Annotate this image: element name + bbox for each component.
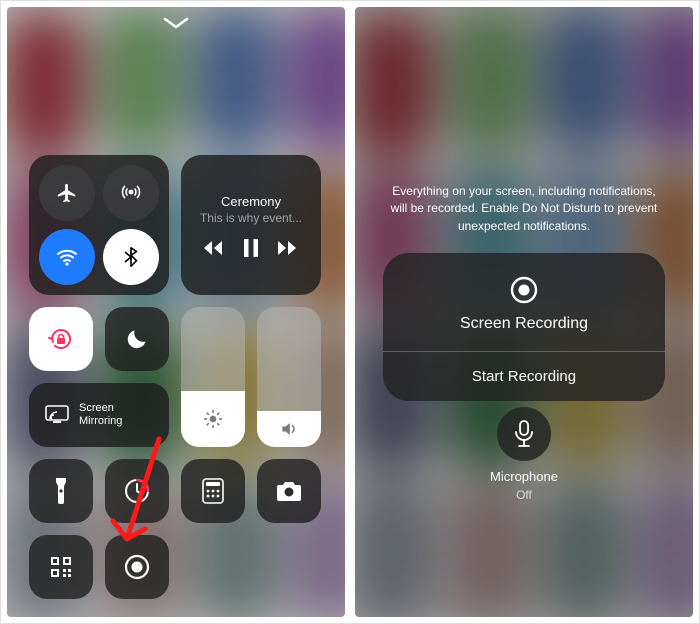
volume-slider[interactable] xyxy=(257,307,321,447)
brightness-slider[interactable] xyxy=(181,307,245,447)
flashlight-icon xyxy=(54,478,68,504)
connectivity-tile[interactable] xyxy=(29,155,169,295)
wifi-toggle[interactable] xyxy=(39,229,95,285)
airplane-mode-toggle[interactable] xyxy=(39,165,95,221)
record-icon xyxy=(509,275,539,305)
rewind-button[interactable] xyxy=(204,240,224,256)
qr-scanner-button[interactable] xyxy=(29,535,93,599)
do-not-disturb-toggle[interactable] xyxy=(105,307,169,371)
control-center-screen: Ceremony This is why event... xyxy=(7,7,345,617)
record-icon xyxy=(124,554,150,580)
camera-icon xyxy=(276,480,302,502)
pause-button[interactable] xyxy=(244,239,258,257)
timer-icon xyxy=(124,478,150,504)
volume-icon xyxy=(279,419,299,439)
calculator-button[interactable] xyxy=(181,459,245,523)
airplane-icon xyxy=(56,182,78,204)
sheet-title: Screen Recording xyxy=(460,315,588,333)
brightness-icon xyxy=(203,409,223,429)
screen-recording-sheet-screen: Everything on your screen, including not… xyxy=(355,7,693,617)
screen-mirroring-button[interactable]: Screen Mirroring xyxy=(29,383,169,447)
microphone-toggle[interactable] xyxy=(497,407,551,461)
screen-recording-button[interactable] xyxy=(105,535,169,599)
now-playing-tile[interactable]: Ceremony This is why event... xyxy=(181,155,321,295)
orientation-lock-icon xyxy=(46,324,76,354)
start-recording-button[interactable]: Start Recording xyxy=(383,352,665,401)
bluetooth-toggle[interactable] xyxy=(103,229,159,285)
screen-mirroring-icon xyxy=(45,405,69,425)
bluetooth-icon xyxy=(120,246,142,268)
orientation-lock-toggle[interactable] xyxy=(29,307,93,371)
screen-mirroring-label: Screen Mirroring xyxy=(79,402,122,427)
media-subtitle: This is why event... xyxy=(200,211,302,225)
moon-icon xyxy=(125,327,149,351)
flashlight-button[interactable] xyxy=(29,459,93,523)
microphone-state: Off xyxy=(516,488,532,502)
microphone-label: Microphone xyxy=(490,469,558,484)
media-title: Ceremony xyxy=(221,194,281,209)
antenna-icon xyxy=(119,181,143,205)
timer-button[interactable] xyxy=(105,459,169,523)
chevron-down-icon[interactable] xyxy=(163,17,189,31)
calculator-icon xyxy=(202,478,224,504)
recording-disclaimer: Everything on your screen, including not… xyxy=(385,183,663,235)
wifi-icon xyxy=(55,245,79,269)
screen-recording-sheet: Screen Recording Start Recording xyxy=(383,253,665,401)
fast-forward-button[interactable] xyxy=(278,240,298,256)
qr-code-icon xyxy=(49,555,73,579)
microphone-icon xyxy=(513,420,535,448)
camera-button[interactable] xyxy=(257,459,321,523)
cellular-data-toggle[interactable] xyxy=(103,165,159,221)
